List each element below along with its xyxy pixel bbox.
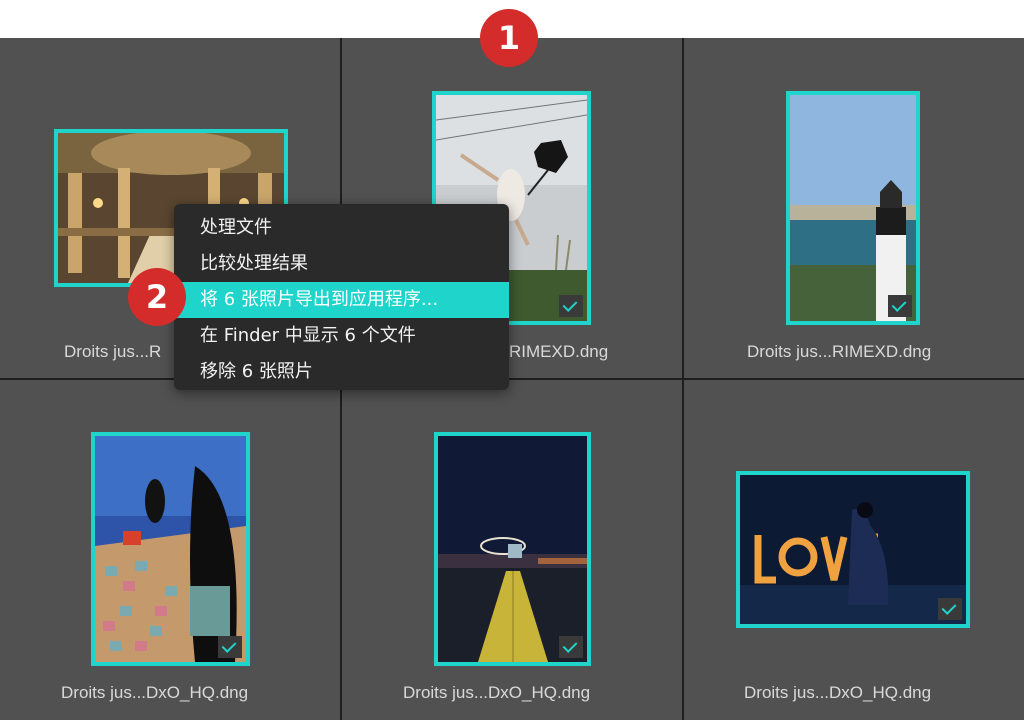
photo-caption: Droits jus...DxO_HQ.dng [403,683,591,702]
photo-caption: Droits jus...DxO_HQ.dng [744,683,932,702]
photo-thumbnail[interactable] [786,91,920,325]
photo-caption: Droits jus...R [64,342,162,361]
checkmark-icon[interactable] [888,295,912,317]
checkmark-icon[interactable] [938,598,962,620]
checkmark-icon[interactable] [559,295,583,317]
photo-caption: RIMEXD.dng [509,342,609,361]
love-sign-photo [740,475,966,624]
checkmark-icon[interactable] [218,636,242,658]
menu-item-export-to-app[interactable]: 将 6 张照片导出到应用程序... [174,282,509,318]
checkmark-icon[interactable] [559,636,583,658]
photo-caption: Droits jus...RIMEXD.dng [747,342,932,361]
photo-caption: Droits jus...DxO_HQ.dng [61,683,249,702]
girl-on-tiles-photo [95,436,246,662]
photo-thumbnail[interactable] [434,432,591,666]
context-menu: 处理文件 比较处理结果 将 6 张照片导出到应用程序... 在 Finder 中… [174,204,509,390]
photo-thumbnail[interactable] [736,471,970,628]
night-jetty-photo [438,436,587,662]
step-badge-2: 2 [128,268,186,326]
menu-item-remove-photos[interactable]: 移除 6 张照片 [174,354,509,390]
lighthouse-photo [790,95,916,321]
menu-item-process-files[interactable]: 处理文件 [174,210,509,246]
menu-item-compare-results[interactable]: 比较处理结果 [174,246,509,282]
step-badge-1: 1 [480,9,538,67]
menu-item-show-in-finder[interactable]: 在 Finder 中显示 6 个文件 [174,318,509,354]
photo-thumbnail[interactable] [91,432,250,666]
